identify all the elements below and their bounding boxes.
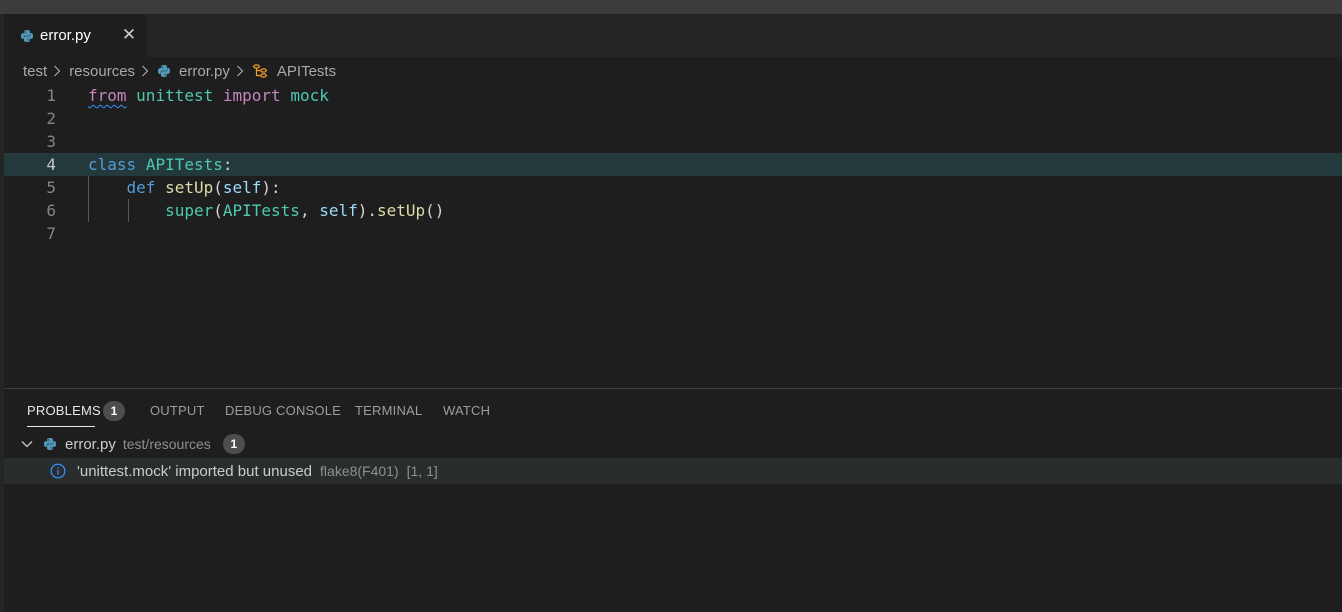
line-number: 3 — [46, 132, 56, 151]
tab-terminal[interactable]: TERMINAL — [355, 403, 422, 418]
code-line[interactable]: 7 — [4, 222, 1342, 245]
indent-guide — [128, 199, 129, 222]
code-token: APITests — [222, 201, 300, 220]
code-token: def — [126, 178, 156, 197]
code-token: APITests — [145, 155, 223, 174]
problem-item[interactable]: 'unittest.mock' imported but unused flak… — [4, 458, 1342, 484]
code-token: () — [425, 201, 445, 220]
code-token: from — [88, 86, 127, 105]
breadcrumb-item-class[interactable]: APITests — [252, 63, 336, 80]
breadcrumb-class-label: APITests — [276, 62, 337, 80]
code-line[interactable]: 6 super(APITests, self).setUp() — [4, 199, 1342, 222]
code-token: setUp — [377, 201, 426, 220]
code-token: setUp — [165, 178, 214, 197]
line-number: 7 — [46, 224, 56, 243]
problem-message: 'unittest.mock' imported but unused — [77, 462, 313, 480]
code-token: ( — [213, 201, 223, 220]
file-problem-count-badge: 1 — [222, 434, 245, 454]
active-tab-indicator — [27, 426, 95, 427]
tab-label: error.py — [40, 27, 91, 44]
chevron-right-icon — [54, 65, 61, 77]
tab-error-py[interactable]: error.py ✕ — [4, 14, 146, 57]
problem-position: [1, 1] — [406, 463, 438, 479]
code-editor[interactable]: 1 from unittest import mock 2 3 4 class APITe… — [4, 84, 1342, 384]
tab-problems[interactable]: PROBLEMS — [27, 403, 101, 418]
breadcrumb-item-file[interactable]: error.py — [157, 63, 230, 80]
chevron-right-icon — [236, 65, 244, 77]
breadcrumb-item-test[interactable]: test — [23, 63, 47, 80]
close-tab-icon[interactable]: ✕ — [120, 25, 138, 45]
line-number: 4 — [46, 155, 56, 174]
code-token: import — [222, 86, 281, 105]
tab-debug-console[interactable]: DEBUG CONSOLE — [225, 403, 341, 418]
indent-guide — [88, 176, 89, 222]
line-number: 1 — [46, 86, 56, 105]
python-file-icon — [43, 437, 57, 451]
code-text: from unittest import mock — [88, 84, 329, 107]
tab-watch[interactable]: WATCH — [443, 403, 490, 418]
breadcrumb: test resources error.py APITests — [23, 60, 336, 82]
python-file-icon — [157, 64, 171, 78]
breadcrumb-file-label: error.py — [179, 62, 230, 80]
chevron-right-icon — [142, 65, 149, 77]
code-token: , — [299, 201, 320, 220]
problem-file-path: test/resources — [122, 436, 211, 452]
code-token: self — [222, 178, 262, 197]
code-token: ( — [213, 178, 223, 197]
code-line[interactable]: 5 def setUp(self): — [4, 176, 1342, 199]
editor-tab-bar: error.py ✕ — [4, 14, 1342, 57]
code-line[interactable]: 4 class APITests: — [4, 153, 1342, 176]
chevron-down-icon[interactable] — [20, 437, 34, 451]
code-line[interactable]: 1 from unittest import mock — [4, 84, 1342, 107]
info-icon — [50, 463, 66, 479]
problem-file-name: error.py — [65, 435, 116, 453]
code-line[interactable]: 2 — [4, 107, 1342, 130]
code-token: self — [319, 201, 358, 220]
code-token: ): — [261, 178, 281, 197]
tab-output[interactable]: OUTPUT — [150, 403, 205, 418]
code-token: ). — [357, 201, 377, 220]
code-text: def setUp(self): — [88, 176, 281, 199]
line-number: 5 — [46, 178, 56, 197]
breadcrumb-item-resources[interactable]: resources — [69, 63, 135, 80]
python-file-icon — [20, 29, 34, 43]
code-token: : — [222, 155, 233, 174]
code-line[interactable]: 3 — [4, 130, 1342, 153]
problem-source: flake8(F401) — [320, 463, 399, 479]
line-number: 2 — [46, 109, 56, 128]
code-token: super — [165, 201, 214, 220]
line-number: 6 — [46, 201, 56, 220]
title-bar — [0, 0, 1342, 14]
code-token: mock — [290, 86, 329, 105]
code-token: unittest — [136, 86, 214, 105]
code-text: class APITests: — [88, 153, 233, 176]
problems-file-row[interactable]: error.py test/resources 1 — [4, 431, 1342, 457]
code-token: class — [88, 155, 137, 174]
problems-count-badge: 1 — [103, 401, 125, 421]
bottom-panel: PROBLEMS 1 OUTPUT DEBUG CONSOLE TERMINAL… — [4, 388, 1342, 612]
class-symbol-icon — [252, 64, 268, 78]
panel-tab-bar: PROBLEMS 1 OUTPUT DEBUG CONSOLE TERMINAL… — [4, 389, 1342, 429]
code-text: super(APITests, self).setUp() — [88, 199, 444, 222]
